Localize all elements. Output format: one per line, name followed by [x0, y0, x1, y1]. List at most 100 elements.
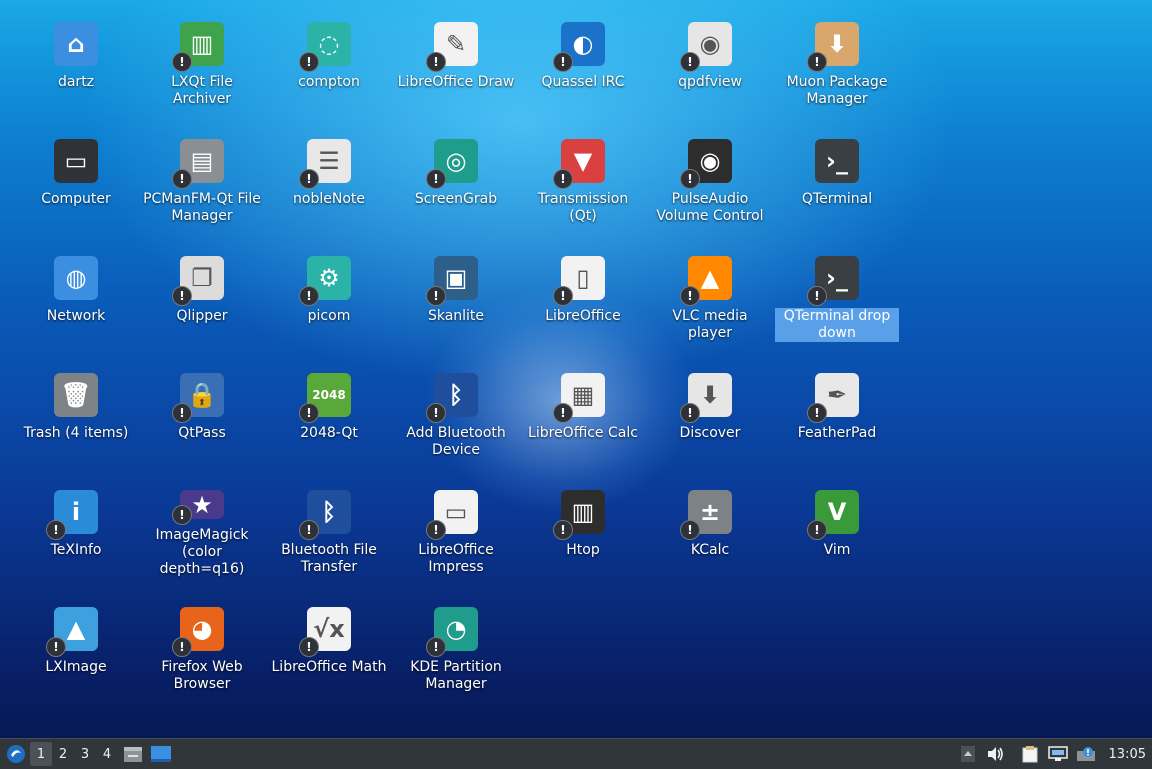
application-menu-button[interactable] [2, 740, 30, 768]
desktop-icon-label: qpdfview [678, 74, 742, 90]
desktop-icon-file-manager[interactable]: ▤! PCManFM-Qt File Manager [140, 117, 264, 227]
desktop-icon-qlipper[interactable]: ❐! Qlipper [140, 234, 264, 344]
file-manager-icon: ▤! [172, 139, 224, 189]
untrusted-launcher-icon: ! [426, 52, 446, 72]
qterminal-dropdown-icon-glyph: ›_ [826, 264, 848, 292]
desktop-icon-label: Transmission (Qt) [537, 191, 629, 224]
archiver-icon: ▥! [172, 22, 224, 72]
qterminal-icon: ›_ [815, 139, 859, 183]
desktop-icon-picom[interactable]: ⚙! picom [267, 234, 391, 344]
picom-icon: ⚙! [299, 256, 351, 306]
libreoffice-draw-icon-glyph: ✎ [445, 30, 467, 58]
trash-icon: 🗑 [54, 373, 98, 417]
clipboard-button[interactable] [1017, 741, 1043, 767]
desktop-icon-noblenote[interactable]: ☰! nobleNote [267, 117, 391, 227]
discover-icon: ⬇! [680, 373, 732, 423]
update-notifier-button[interactable] [1073, 741, 1099, 767]
file-manager-icon-glyph: ▤ [190, 147, 214, 175]
desktop-icon-htop[interactable]: ▥! Htop [521, 468, 645, 578]
desktop-icon-bluetooth[interactable]: ᛒ! Add Bluetooth Device [394, 351, 518, 461]
desktop-icon-label: LibreOffice Calc [528, 425, 638, 441]
desktop-icon-computer[interactable]: ▭ Computer [14, 117, 138, 227]
desktop-icon-imagemagick[interactable]: ★! ImageMagick (color depth=q16) [140, 468, 264, 578]
untrusted-launcher-icon: ! [299, 52, 319, 72]
desktop-icon-label: LibreOffice Impress [418, 542, 494, 575]
firefox-icon: ◕! [172, 607, 224, 657]
noblenote-icon: ☰! [299, 139, 351, 189]
network-button[interactable] [1045, 741, 1071, 767]
desktop-switch-3[interactable]: 3 [74, 742, 96, 766]
desktop-icon-bluetooth-transfer[interactable]: ᛒ! Bluetooth File Transfer [267, 468, 391, 578]
desktop-icon-discover[interactable]: ⬇! Discover [648, 351, 772, 461]
untrusted-launcher-icon: ! [553, 52, 573, 72]
desktop-icon-info[interactable]: i! TeXInfo [14, 468, 138, 578]
desktop-icon-label: compton [298, 74, 360, 90]
untrusted-launcher-icon: ! [426, 169, 446, 189]
untrusted-launcher-icon: ! [807, 286, 827, 306]
desktop-icon-folder-home[interactable]: ⌂ dartz [14, 0, 138, 110]
muon-icon-glyph: ⬇ [826, 30, 848, 58]
desktop-icon-label: FeatherPad [797, 425, 877, 441]
desktop-icon-libreoffice-calc[interactable]: ▦! LibreOffice Calc [521, 351, 645, 461]
desktop-icon-libreoffice[interactable]: ▯! LibreOffice [521, 234, 645, 344]
desktop-icon-qterminal[interactable]: ›_ QTerminal [775, 117, 899, 227]
desktop-icon-qterminal-dropdown[interactable]: ›_! QTerminal drop down [775, 234, 899, 344]
computer-icon-glyph: ▭ [64, 147, 88, 175]
libreoffice-math-icon-glyph: √x [313, 615, 345, 643]
picom-icon-glyph: ⚙ [318, 264, 340, 292]
desktop-icon-partition-manager[interactable]: ◔! KDE Partition Manager [394, 585, 518, 695]
desktop-icon-game-2048[interactable]: 2048! 2048-Qt [267, 351, 391, 461]
untrusted-launcher-icon: ! [299, 403, 319, 423]
untrusted-launcher-icon: ! [299, 286, 319, 306]
desktop-switch-2[interactable]: 2 [52, 742, 74, 766]
clock[interactable]: 13:05 [1109, 747, 1146, 762]
desktop-icon-libreoffice-math[interactable]: √x! LibreOffice Math [267, 585, 391, 695]
desktop-icon-compton[interactable]: ◌! compton [267, 0, 391, 110]
desktop-icon-featherpad[interactable]: ✒! FeatherPad [775, 351, 899, 461]
desktop-icon-label: Add Bluetooth Device [406, 425, 506, 458]
desktop-switch-1[interactable]: 1 [30, 742, 52, 766]
bluetooth-transfer-icon: ᛒ! [299, 490, 351, 540]
desktop-icon-vim[interactable]: V! Vim [775, 468, 899, 578]
desktop-icon-muon[interactable]: ⬇! Muon Package Manager [775, 0, 899, 110]
desktop-icon-screengrab[interactable]: ◎! ScreenGrab [394, 117, 518, 227]
desktop-icon-archiver[interactable]: ▥! LXQt File Archiver [140, 0, 264, 110]
untrusted-launcher-icon: ! [426, 520, 446, 540]
pulseaudio-icon: ◉! [680, 139, 732, 189]
desktop-icon-pulseaudio[interactable]: ◉! PulseAudio Volume Control [648, 117, 772, 227]
file-manager-icon [124, 747, 142, 762]
tray-expand-button[interactable] [955, 741, 981, 767]
file-manager-launcher[interactable] [120, 741, 146, 767]
desktop-icon-transmission[interactable]: ▼! Transmission (Qt) [521, 117, 645, 227]
desktop-icon-qtpass[interactable]: 🔒! QtPass [140, 351, 264, 461]
libreoffice-impress-icon-glyph: ▭ [444, 498, 468, 526]
desktop-icon-vlc[interactable]: ▲! VLC media player [648, 234, 772, 344]
desktop-icon-qpdfview[interactable]: ◉! qpdfview [648, 0, 772, 110]
desktop-icon-skanlite[interactable]: ▣! Skanlite [394, 234, 518, 344]
desktop-icon-lximage[interactable]: ▲! LXImage [14, 585, 138, 695]
desktop-icon-firefox[interactable]: ◕! Firefox Web Browser [140, 585, 264, 695]
desktop-icon-trash[interactable]: 🗑 Trash (4 items) [14, 351, 138, 461]
desktop-icon-network[interactable]: ◍ Network [14, 234, 138, 344]
network-icon-glyph: ◍ [65, 264, 87, 292]
desktop-icon-label: 2048-Qt [300, 425, 358, 441]
desktop-icon-label: QtPass [178, 425, 226, 441]
desktop-icon-quassel[interactable]: ◐! Quassel IRC [521, 0, 645, 110]
volume-button[interactable] [983, 741, 1009, 767]
untrusted-launcher-icon: ! [299, 520, 319, 540]
desktop-icon-libreoffice-impress[interactable]: ▭! LibreOffice Impress [394, 468, 518, 578]
untrusted-launcher-icon: ! [172, 403, 192, 423]
desktop-switch-4[interactable]: 4 [96, 742, 118, 766]
untrusted-launcher-icon: ! [426, 403, 446, 423]
show-desktop-button[interactable] [148, 741, 174, 767]
info-icon: i! [46, 490, 98, 540]
desktop-icon-kcalc[interactable]: ±! KCalc [648, 468, 772, 578]
desktop-icon-label: Bluetooth File Transfer [281, 542, 377, 575]
partition-manager-icon: ◔! [426, 607, 478, 657]
imagemagick-icon-glyph: ★ [191, 490, 213, 519]
desktop-icon-libreoffice-draw[interactable]: ✎! LibreOffice Draw [394, 0, 518, 110]
desktop-icon-label: LXImage [45, 659, 107, 675]
vlc-icon: ▲! [680, 256, 732, 306]
qlipper-icon-glyph: ❐ [191, 264, 213, 292]
untrusted-launcher-icon: ! [426, 637, 446, 657]
